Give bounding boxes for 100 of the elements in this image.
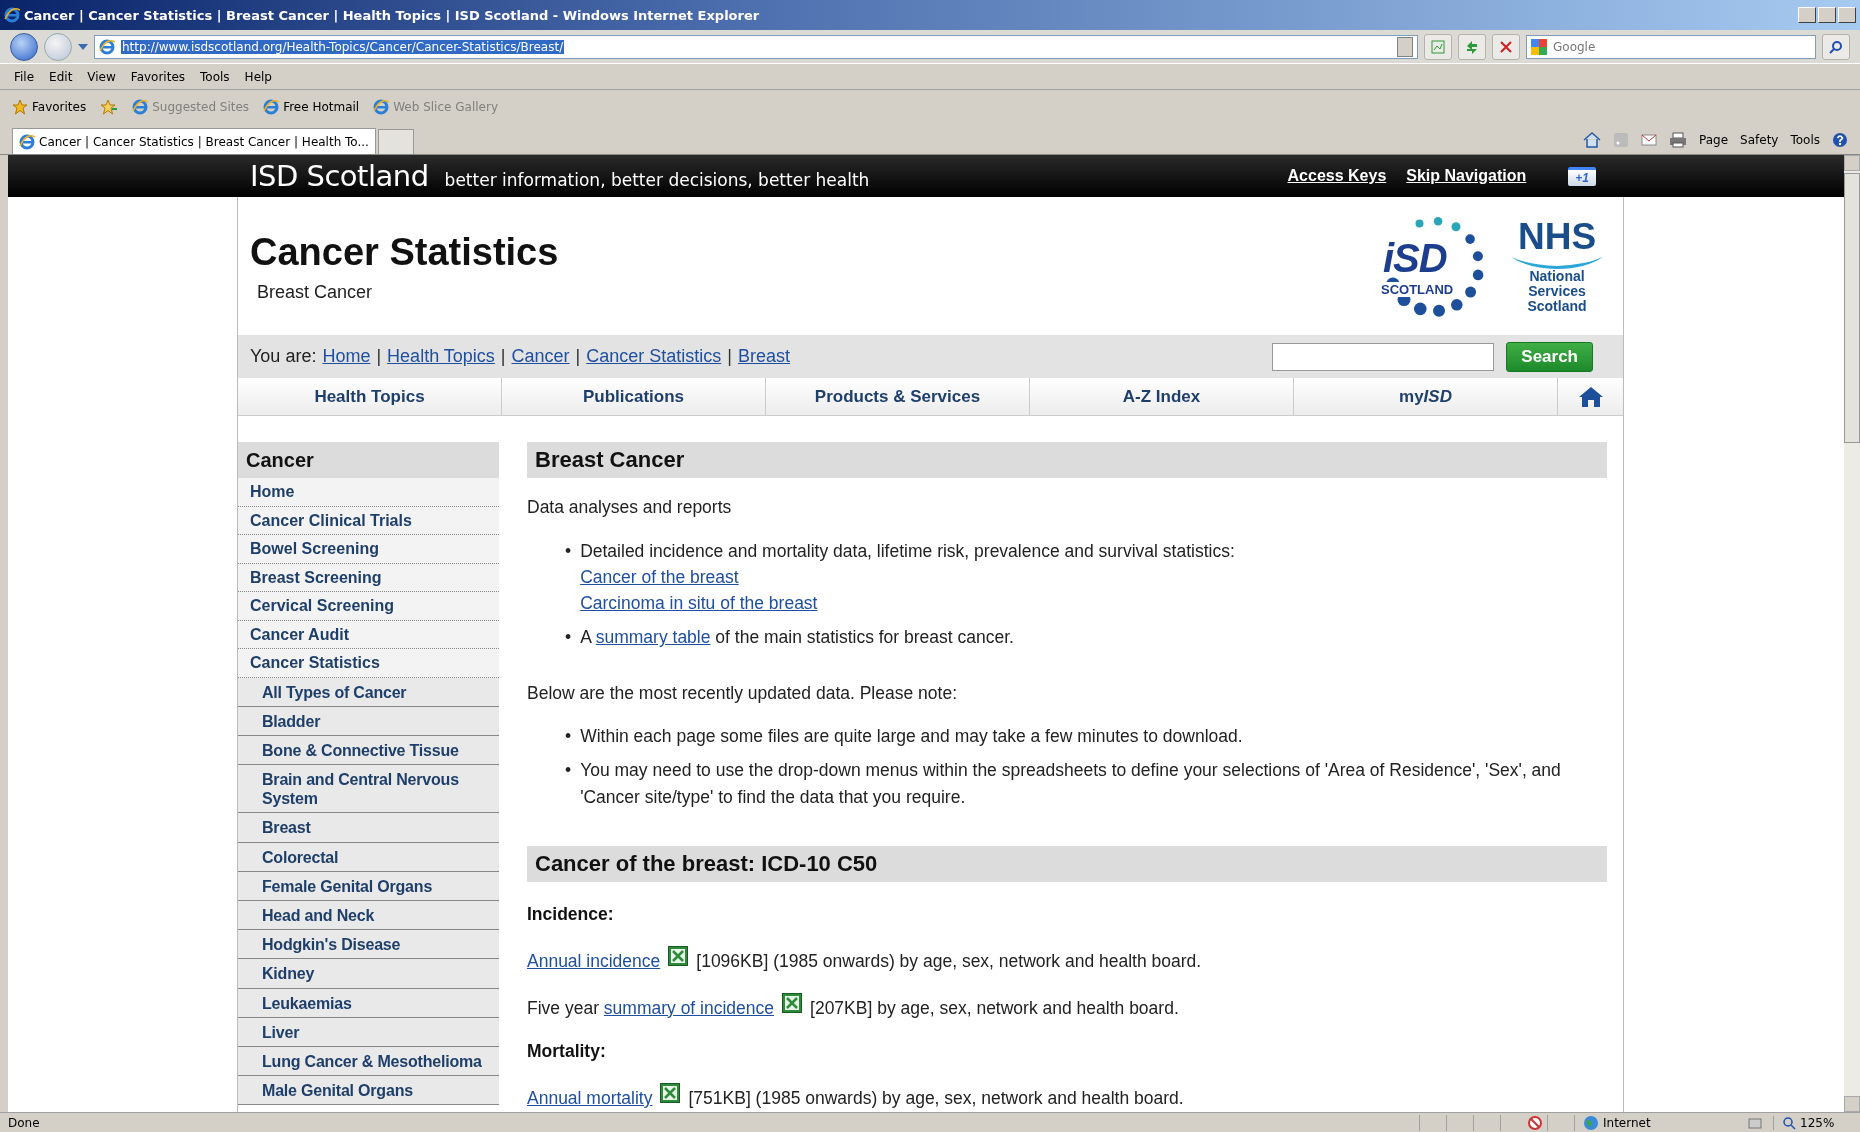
breadcrumb-link[interactable]: Cancer: [511, 346, 570, 367]
scroll-thumb[interactable]: [1844, 173, 1860, 443]
nav-tab[interactable]: Products & Services: [766, 378, 1030, 415]
favorites-link[interactable]: Free Hotmail: [263, 99, 360, 115]
stop-button[interactable]: [1492, 33, 1520, 60]
search-button[interactable]: [1822, 33, 1850, 60]
sidebar-link[interactable]: Head and Neck: [238, 901, 499, 931]
printer-icon[interactable]: [1669, 132, 1687, 148]
sidebar-link[interactable]: Cancer Clinical Trials: [238, 506, 499, 535]
sidebar-link[interactable]: Female Genital Organs: [238, 871, 499, 901]
caret-icon[interactable]: [78, 42, 88, 51]
text-link[interactable]: Carcinoma in situ of the breast: [580, 593, 818, 613]
browser-logo-icon: [4, 7, 20, 23]
mail-icon[interactable]: [1641, 133, 1657, 147]
refresh-button[interactable]: [1458, 33, 1486, 60]
site-search-field[interactable]: [1272, 342, 1495, 371]
page-icon: [99, 38, 115, 55]
header-link[interactable]: Access Keys: [1287, 167, 1387, 185]
search-field[interactable]: Google: [1526, 34, 1816, 59]
sidebar-link[interactable]: Bowel Screening: [238, 535, 499, 564]
restore-button[interactable]: [1818, 7, 1836, 23]
window-title: Cancer | Cancer Statistics | Breast Cancer | Health Topics | ISD Scotland - Windows Internet Explorer: [24, 7, 761, 23]
breadcrumb-separator: |: [376, 346, 382, 367]
menu-item[interactable]: Help: [238, 67, 281, 86]
nav-tab[interactable]: Publications: [502, 378, 766, 415]
bullet-mark: •: [565, 759, 572, 783]
file-link[interactable]: Annual mortality: [527, 1087, 653, 1109]
sidebar-link[interactable]: Breast Screening: [238, 563, 499, 592]
paragraph: Data analyses and reports: [527, 496, 733, 519]
sidebar-link[interactable]: Hodgkin's Disease: [238, 930, 499, 960]
search-button[interactable]: Search: [1506, 341, 1593, 372]
spreadsheet-icon: [660, 1083, 681, 1104]
sidebar-link[interactable]: Home: [238, 478, 499, 507]
command-menu[interactable]: Page: [1699, 133, 1729, 147]
site-tagline: better information, better decisions, better health: [444, 170, 870, 190]
sidebar-link[interactable]: Bladder: [238, 706, 499, 736]
address-field[interactable]: http://www.isdscotland.org/Health-Topics/Cancer/Cancer-Statistics/Breast/: [94, 34, 1418, 59]
back-button[interactable]: [10, 32, 38, 61]
favorites-button[interactable]: Favorites: [12, 99, 87, 115]
sidebar-link[interactable]: Kidney: [238, 959, 499, 989]
file-details: [1096KB] (1985 onwards) by age, sex, network and health board.: [696, 950, 1202, 972]
browser-tab[interactable]: Cancer | Cancer Statistics | Breast Cancer | Health To...: [12, 128, 376, 154]
home-icon[interactable]: [1577, 385, 1604, 408]
new-tab-button[interactable]: [377, 129, 414, 154]
file-link[interactable]: summary of incidence: [603, 997, 775, 1019]
menu-item[interactable]: File: [8, 67, 44, 86]
help-icon[interactable]: [1832, 132, 1848, 148]
sidebar-link[interactable]: Breast: [238, 813, 499, 843]
sidebar-link[interactable]: Bone & Connective Tissue: [238, 735, 499, 766]
menu-item[interactable]: Tools: [194, 67, 239, 86]
sidebar-link[interactable]: Male Genital Organs: [238, 1076, 499, 1106]
sidebar-link[interactable]: Brain and Central Nervous System: [238, 765, 499, 814]
text-link[interactable]: summary table: [595, 627, 711, 648]
add-favorite-icon[interactable]: [100, 99, 119, 115]
site-brand[interactable]: ISD Scotland: [250, 159, 429, 193]
scrollbar[interactable]: [1844, 155, 1860, 1112]
sidebar-link[interactable]: Cancer Statistics: [238, 649, 499, 678]
blocked-icon[interactable]: [1527, 1114, 1543, 1131]
file-link[interactable]: Annual incidence: [527, 950, 661, 972]
close-button[interactable]: [1838, 7, 1856, 23]
command-menu[interactable]: Safety: [1740, 133, 1779, 147]
breadcrumb-link[interactable]: Cancer Statistics: [586, 346, 722, 367]
plus-one-button[interactable]: +1: [1568, 166, 1596, 186]
minimize-button[interactable]: [1798, 7, 1816, 23]
zoom-level[interactable]: 125%: [1800, 1115, 1835, 1130]
breadcrumb-separator: |: [575, 346, 581, 367]
close-icon: [1500, 40, 1512, 53]
menu-item[interactable]: Favorites: [124, 67, 195, 86]
breadcrumb-label: You are:: [250, 346, 317, 367]
nhs-logo[interactable]: NHS National Services Scotland: [1507, 218, 1607, 314]
command-menu[interactable]: Tools: [1790, 133, 1820, 147]
menu-item[interactable]: View: [81, 67, 125, 86]
breadcrumb-link[interactable]: Home: [322, 346, 371, 367]
home-icon[interactable]: [1583, 132, 1601, 148]
breadcrumb-link[interactable]: Breast: [738, 346, 790, 367]
breadcrumb-separator: |: [727, 346, 732, 367]
forward-button[interactable]: [44, 32, 72, 61]
page-icon: [132, 99, 149, 115]
sidebar-link[interactable]: All Types of Cancer: [238, 677, 499, 707]
menu-item[interactable]: Edit: [43, 67, 82, 86]
nav-tab[interactable]: myISD: [1294, 378, 1558, 415]
breadcrumb-separator: |: [500, 346, 506, 367]
sidebar-link[interactable]: Cervical Screening: [238, 592, 499, 621]
header-link[interactable]: Skip Navigation: [1406, 167, 1527, 185]
isd-logo[interactable]: iSD SCOTLAND: [1379, 213, 1489, 319]
text-link[interactable]: Cancer of the breast: [580, 566, 739, 587]
sidebar-heading: Cancer: [238, 442, 499, 478]
sidebar-link[interactable]: Lung Cancer & Mesothelioma: [238, 1046, 499, 1077]
paragraph: Below are the most recently updated data. Please note:: [527, 681, 958, 705]
subheading: Incidence:: [527, 903, 615, 925]
nav-tab[interactable]: A-Z Index: [1030, 378, 1294, 415]
sidebar-link[interactable]: Leukaemias: [238, 988, 499, 1018]
bullet-mark: •: [565, 626, 572, 650]
list-item-text: Within each page some files are quite large and may take a few minutes to download.: [580, 725, 1243, 748]
breadcrumb-link[interactable]: Health Topics: [387, 346, 495, 367]
sidebar-link[interactable]: Liver: [238, 1017, 499, 1047]
nav-tab[interactable]: Health Topics: [238, 378, 502, 415]
sidebar-link[interactable]: Cancer Audit: [238, 620, 499, 649]
dropdown-button[interactable]: [1397, 36, 1413, 57]
sidebar-link[interactable]: Colorectal: [238, 842, 499, 872]
